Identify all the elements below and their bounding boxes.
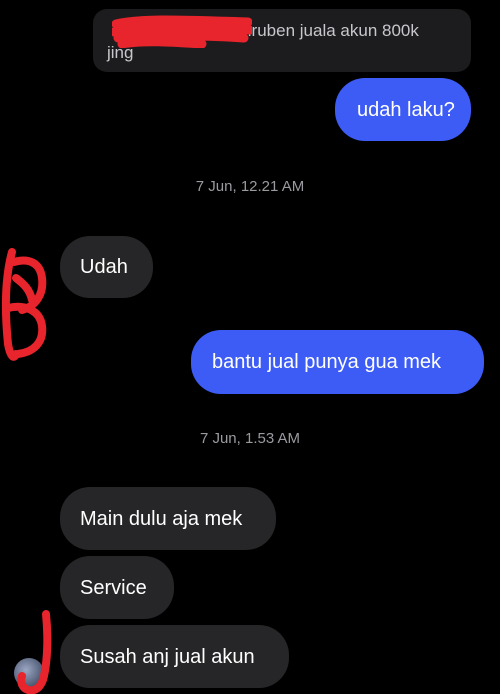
reply-quote[interactable]: : Siruben juala akun 800k jing (93, 9, 471, 72)
message-bubble-outgoing[interactable]: udah laku? (335, 78, 471, 141)
message-bubble-incoming[interactable]: Susah anj jual akun (60, 625, 289, 688)
reply-quote-text-line1: : Siruben juala akun 800k (227, 21, 419, 40)
message-text: Susah anj jual akun (80, 645, 255, 668)
timestamp: 7 Jun, 1.53 AM (199, 430, 301, 447)
message-bubble-incoming[interactable]: Udah (60, 236, 153, 298)
message-text: udah laku? (357, 98, 455, 121)
timestamp: 7 Jun, 12.21 AM (195, 178, 305, 195)
red-marker-scribble-icon (1, 248, 47, 361)
message-text: bantu jual punya gua mek (212, 351, 442, 373)
message-text: Udah (80, 256, 128, 278)
message-bubble-incoming[interactable]: Main dulu aja mek (60, 487, 276, 550)
contact-avatar-icon[interactable] (14, 658, 44, 688)
reply-quote-text-line2: jing (107, 43, 134, 62)
message-text: Service (80, 576, 147, 599)
message-text: Main dulu aja mek (80, 507, 243, 530)
chat-thread: : Siruben juala akun 800k jing udah laku… (0, 0, 500, 694)
message-bubble-incoming[interactable]: Service (60, 556, 174, 619)
message-bubble-outgoing[interactable]: bantu jual punya gua mek (191, 330, 484, 394)
